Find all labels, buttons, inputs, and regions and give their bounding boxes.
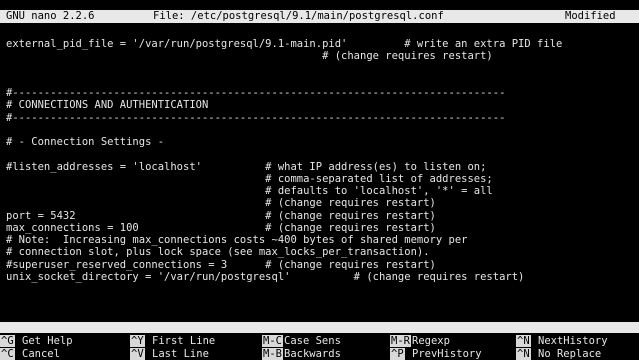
- editor-line[interactable]: [6, 63, 639, 75]
- editor-line[interactable]: #---------------------------------------…: [6, 87, 639, 99]
- editor-text-area[interactable]: external_pid_file = '/var/run/postgresql…: [6, 38, 639, 315]
- shortcut-label: No Replace: [538, 348, 602, 360]
- modified-status: Modified: [565, 10, 616, 22]
- shortcut-key: M-C: [262, 335, 283, 347]
- editor-line[interactable]: # - Connection Settings -: [6, 136, 639, 148]
- shortcut-label: Case Sens: [284, 335, 341, 347]
- shortcut-label: Backwards: [284, 348, 341, 360]
- terminal-window: GNU nano 2.2.6 File: /etc/postgresql/9.1…: [0, 0, 639, 360]
- editor-line[interactable]: #---------------------------------------…: [6, 112, 639, 124]
- shortcut-key: ^C: [0, 348, 15, 360]
- search-prompt[interactable]: Search (to replace) [listen_]: _: [0, 322, 639, 344]
- editor-line[interactable]: # (change requires restart): [6, 197, 639, 209]
- editor-line[interactable]: # Note: Increasing max_connections costs…: [6, 234, 639, 246]
- shortcut-key: ^V: [130, 348, 145, 360]
- editor-line[interactable]: # comma-separated list of addresses;: [6, 173, 639, 185]
- editor-line[interactable]: # CONNECTIONS AND AUTHENTICATION: [6, 99, 639, 111]
- editor-line[interactable]: unix_socket_directory = '/var/run/postgr…: [6, 271, 639, 283]
- shortcut-label: Regexp: [412, 335, 450, 347]
- app-version: GNU nano 2.2.6: [6, 10, 95, 22]
- file-path: File: /etc/postgresql/9.1/main/postgresq…: [153, 10, 444, 22]
- shortcut-key: ^P: [390, 348, 405, 360]
- shortcut-key: M-B: [262, 348, 283, 360]
- shortcut-key: ^G: [0, 335, 15, 347]
- editor-line[interactable]: external_pid_file = '/var/run/postgresql…: [6, 38, 639, 50]
- editor-line[interactable]: [6, 124, 639, 136]
- shortcut-key: ^Y: [130, 335, 145, 347]
- shortcut-key: M-R: [390, 335, 411, 347]
- shortcut-help-bar: ^G Get Help ^Y First Line M-C Case Sens M-R Reg…: [0, 335, 639, 360]
- nano-title-bar: GNU nano 2.2.6 File: /etc/postgresql/9.1…: [0, 10, 639, 23]
- shortcut-key: ^N: [516, 335, 531, 347]
- editor-line[interactable]: #listen_addresses = 'localhost' # what I…: [6, 161, 639, 173]
- editor-line[interactable]: max_connections = 100 # (change requires…: [6, 222, 639, 234]
- editor-line[interactable]: # (change requires restart): [6, 50, 639, 62]
- shortcut-label: First Line: [152, 335, 216, 347]
- editor-line[interactable]: [6, 75, 639, 87]
- editor-line[interactable]: port = 5432 # (change requires restart): [6, 210, 639, 222]
- shortcut-label: Get Help: [22, 335, 73, 347]
- editor-line[interactable]: [6, 148, 639, 160]
- editor-line[interactable]: # defaults to 'localhost', '*' = all: [6, 185, 639, 197]
- shortcut-key: ^N: [516, 348, 531, 360]
- shortcut-label: Last Line: [152, 348, 209, 360]
- shortcut-row-1: ^G Get Help ^Y First Line M-C Case Sens M-R Reg…: [0, 335, 639, 347]
- editor-line[interactable]: #superuser_reserved_connections = 3 # (c…: [6, 259, 639, 271]
- shortcut-label: NextHistory: [538, 335, 608, 347]
- shortcut-row-2: ^C Cancel ^V Last Line M-B Backwards ^P PrevHis…: [0, 348, 639, 360]
- shortcut-label: PrevHistory: [412, 348, 482, 360]
- shortcut-label: Cancel: [22, 348, 60, 360]
- editor-line[interactable]: # connection slot, plus lock space (see …: [6, 246, 639, 258]
